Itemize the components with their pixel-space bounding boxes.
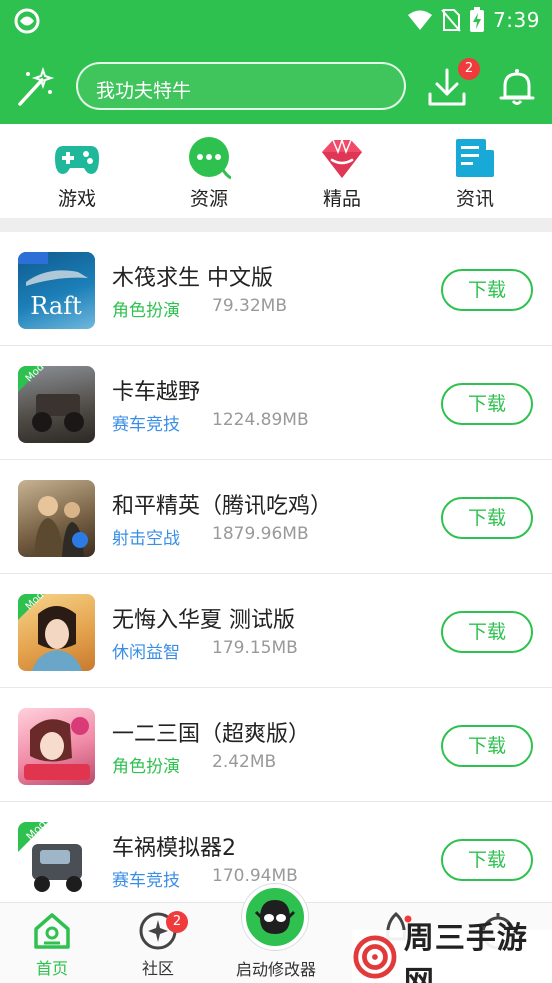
game-title: 车祸模拟器2 bbox=[112, 836, 236, 861]
raft-art: Raft bbox=[18, 252, 88, 320]
game-list: Raft 木筏求生 中文版 角色扮演 79.32MB 下载 Mod 卡车越野 赛… bbox=[0, 232, 552, 902]
tab-home[interactable]: 首页 bbox=[12, 911, 92, 979]
download-button[interactable]: 下载 bbox=[441, 611, 533, 653]
bell-icon[interactable] bbox=[496, 66, 538, 108]
download-button[interactable]: 下载 bbox=[441, 383, 533, 425]
list-item[interactable]: Raft 木筏求生 中文版 角色扮演 79.32MB 下载 bbox=[0, 232, 552, 346]
news-icon bbox=[456, 139, 494, 177]
category-label: 资讯 bbox=[455, 188, 494, 210]
truck-art: Mod bbox=[18, 366, 84, 432]
home-icon bbox=[34, 913, 70, 949]
game-title: 无悔入华夏 测试版 bbox=[112, 608, 295, 633]
list-item[interactable]: 一二三国（超爽版） 角色扮演 2.42MB 下载 bbox=[0, 688, 552, 802]
sanguo-art bbox=[24, 717, 90, 780]
watermark-logo-icon bbox=[353, 934, 397, 979]
download-button[interactable]: 下载 bbox=[441, 269, 533, 311]
search-placeholder: 我功夫特牛 bbox=[96, 80, 192, 102]
game-size: 179.15MB bbox=[212, 638, 298, 658]
tab-community-label: 社区 bbox=[141, 959, 174, 978]
game-thumbnail bbox=[18, 708, 95, 785]
no-sim-icon bbox=[441, 9, 461, 32]
category-resources[interactable]: 资源 bbox=[164, 136, 254, 216]
magic-wand-icon[interactable] bbox=[14, 66, 56, 108]
category-label: 游戏 bbox=[57, 188, 96, 210]
status-right: 7:39 bbox=[407, 6, 540, 34]
game-genre[interactable]: 赛车竞技 bbox=[112, 866, 180, 891]
tab-launcher-label: 启动修改器 bbox=[235, 960, 316, 979]
list-item[interactable]: Mod 卡车越野 赛车竞技 1224.89MB 下载 bbox=[0, 346, 552, 460]
chat-bubble-icon bbox=[189, 137, 231, 180]
game-size: 79.32MB bbox=[212, 296, 287, 316]
game-thumbnail bbox=[18, 480, 95, 557]
game-title: 木筏求生 中文版 bbox=[112, 266, 273, 291]
category-news[interactable]: 资讯 bbox=[430, 136, 520, 216]
section-divider bbox=[0, 218, 552, 232]
download-button[interactable]: 下载 bbox=[441, 497, 533, 539]
category-label: 精品 bbox=[322, 188, 361, 210]
wifi-icon bbox=[408, 10, 433, 30]
game-title: 一二三国（超爽版） bbox=[112, 722, 311, 747]
game-genre[interactable]: 角色扮演 bbox=[112, 296, 180, 321]
gem-icon bbox=[322, 137, 362, 178]
game-title: 卡车越野 bbox=[112, 380, 201, 405]
game-thumbnail: Mod bbox=[18, 366, 95, 443]
download-button[interactable]: 下载 bbox=[441, 839, 533, 881]
game-thumbnail: Mod bbox=[18, 594, 95, 671]
crash-sim-art: Mod bbox=[18, 822, 82, 892]
battery-charging-icon bbox=[470, 7, 485, 32]
search-bar[interactable]: 我功夫特牛 bbox=[76, 62, 406, 110]
watermark-text: 周三手游网 bbox=[403, 920, 528, 983]
download-button[interactable]: 下载 bbox=[441, 725, 533, 767]
list-item[interactable]: Mod 无悔入华夏 测试版 休闲益智 179.15MB 下载 bbox=[0, 574, 552, 688]
download-badge: 2 bbox=[458, 58, 480, 80]
category-label: 资源 bbox=[189, 188, 228, 210]
huaxia-art: Mod bbox=[18, 594, 82, 671]
pubg-art bbox=[34, 496, 88, 557]
category-games[interactable]: 游戏 bbox=[32, 136, 122, 216]
list-item[interactable]: 和平精英（腾讯吃鸡） 射击空战 1879.96MB 下载 bbox=[0, 460, 552, 574]
gamepad-icon bbox=[55, 146, 99, 174]
launch-modifier-button[interactable] bbox=[242, 884, 308, 950]
game-size: 170.94MB bbox=[212, 866, 298, 886]
ghost-mask-icon bbox=[254, 900, 296, 934]
game-genre[interactable]: 赛车竞技 bbox=[112, 410, 180, 435]
watermark: 周三手游网 bbox=[352, 921, 552, 983]
game-genre[interactable]: 休闲益智 bbox=[112, 638, 180, 663]
game-genre[interactable]: 射击空战 bbox=[112, 524, 180, 549]
game-size: 2.42MB bbox=[212, 752, 277, 772]
game-title: 和平精英（腾讯吃鸡） bbox=[112, 494, 333, 519]
app-header: 7:39 我功夫特牛 2 bbox=[0, 0, 552, 124]
game-thumbnail: Mod bbox=[18, 822, 95, 899]
game-size: 1879.96MB bbox=[212, 524, 309, 544]
category-featured[interactable]: 精品 bbox=[297, 136, 387, 216]
thumb-title: Raft bbox=[30, 292, 82, 320]
app-status-icon bbox=[14, 8, 40, 34]
game-size: 1224.89MB bbox=[212, 410, 309, 430]
download-manager-button[interactable]: 2 bbox=[426, 58, 480, 108]
community-badge: 2 bbox=[166, 911, 188, 933]
game-thumbnail: Raft bbox=[18, 252, 95, 329]
status-bar: 7:39 bbox=[0, 0, 552, 40]
tab-community[interactable]: 2 社区 bbox=[118, 911, 198, 979]
tab-home-label: 首页 bbox=[35, 959, 68, 978]
game-genre[interactable]: 角色扮演 bbox=[112, 752, 180, 777]
clock: 7:39 bbox=[493, 8, 540, 32]
category-bar: 游戏 资源 精品 资讯 bbox=[0, 124, 552, 220]
